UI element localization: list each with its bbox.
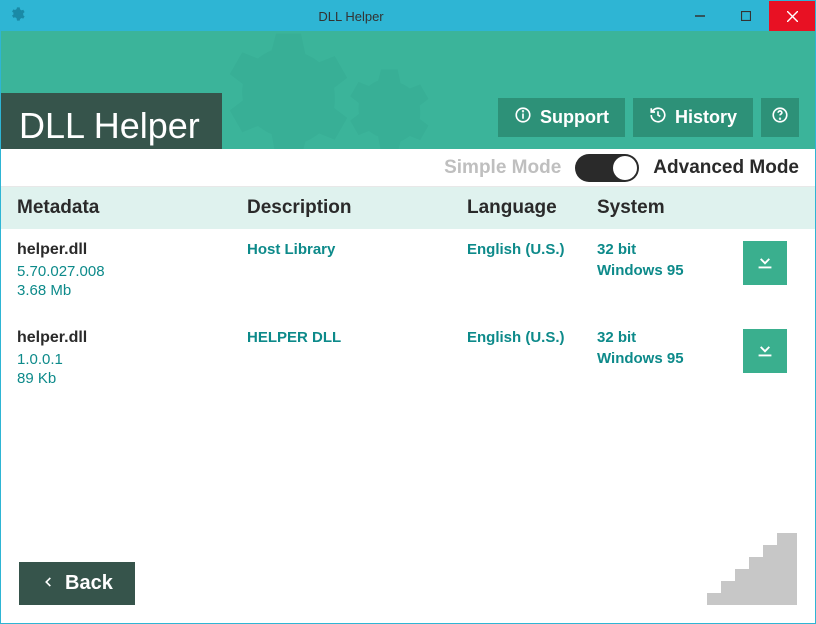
column-system: System — [597, 197, 743, 219]
help-icon — [771, 106, 789, 129]
dll-size: 89 Kb — [17, 370, 247, 387]
gear-icon[interactable] — [9, 6, 25, 27]
history-label: History — [675, 107, 737, 128]
history-icon — [649, 106, 667, 129]
dll-version: 5.70.027.008 — [17, 263, 247, 280]
watermark-stairs — [707, 525, 797, 605]
dll-size: 3.68 Mb — [17, 282, 247, 299]
app-title: DLL Helper — [1, 93, 222, 149]
download-button[interactable] — [743, 241, 787, 285]
app-window: DLL Helper DLL Helper Support History Si… — [0, 0, 816, 624]
system-cell: 32 bit Windows 95 — [597, 329, 743, 371]
download-icon — [754, 250, 776, 277]
table-header: Metadata Description Language System — [1, 187, 815, 229]
help-button[interactable] — [761, 98, 799, 137]
dll-name: helper.dll — [17, 329, 247, 347]
metadata-cell: helper.dll 5.70.027.008 3.68 Mb — [17, 241, 247, 301]
download-icon — [754, 338, 776, 365]
table-row: helper.dll 5.70.027.008 3.68 Mb Host Lib… — [1, 229, 815, 317]
mode-bar: Simple Mode Advanced Mode — [1, 149, 815, 187]
system-cell: 32 bit Windows 95 — [597, 241, 743, 283]
toggle-knob — [613, 156, 637, 180]
advanced-mode-label[interactable]: Advanced Mode — [653, 157, 799, 179]
minimize-button[interactable] — [677, 1, 723, 31]
column-description: Description — [247, 197, 467, 219]
support-button[interactable]: Support — [498, 98, 625, 137]
download-button[interactable] — [743, 329, 787, 373]
back-label: Back — [65, 572, 113, 595]
simple-mode-label[interactable]: Simple Mode — [444, 157, 561, 179]
description-cell: HELPER DLL — [247, 329, 467, 346]
column-metadata: Metadata — [17, 197, 247, 219]
footer: Back — [1, 511, 815, 623]
column-language: Language — [467, 197, 597, 219]
dll-name: helper.dll — [17, 241, 247, 259]
window-buttons — [677, 1, 815, 31]
maximize-button[interactable] — [723, 1, 769, 31]
support-label: Support — [540, 107, 609, 128]
os-label: Windows 95 — [597, 350, 743, 367]
history-button[interactable]: History — [633, 98, 753, 137]
language-cell: English (U.S.) — [467, 241, 597, 258]
mode-toggle[interactable] — [575, 154, 639, 182]
titlebar: DLL Helper — [1, 1, 815, 31]
description-cell: Host Library — [247, 241, 467, 258]
info-icon — [514, 106, 532, 129]
metadata-cell: helper.dll 1.0.0.1 89 Kb — [17, 329, 247, 389]
back-button[interactable]: Back — [19, 562, 135, 605]
bits-label: 32 bit — [597, 241, 743, 258]
header: DLL Helper Support History — [1, 31, 815, 149]
bits-label: 32 bit — [597, 329, 743, 346]
window-title: DLL Helper — [25, 9, 677, 24]
os-label: Windows 95 — [597, 262, 743, 279]
header-buttons: Support History — [498, 98, 799, 137]
chevron-left-icon — [41, 572, 55, 595]
dll-version: 1.0.0.1 — [17, 351, 247, 368]
close-button[interactable] — [769, 1, 815, 31]
table-row: helper.dll 1.0.0.1 89 Kb HELPER DLL Engl… — [1, 317, 815, 405]
language-cell: English (U.S.) — [467, 329, 597, 346]
